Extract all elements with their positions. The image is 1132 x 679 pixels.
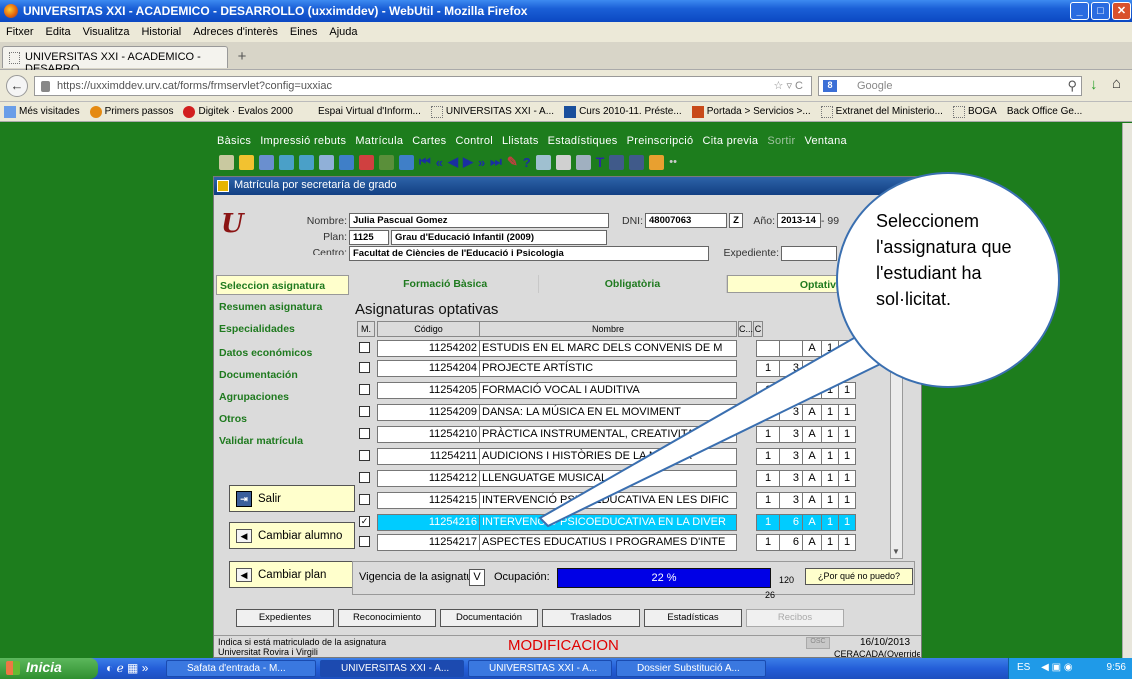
system-tray: ES ◀ ▣ ◉ 9:56 [1008, 658, 1132, 679]
tray-icons[interactable]: ◀ ▣ ◉ [1041, 662, 1072, 673]
taskbar-item-label: Dossier Substitució A... [637, 663, 740, 674]
windows-logo-icon [6, 661, 20, 675]
taskbar-item[interactable]: Dossier Substitució A... [616, 660, 766, 677]
windows-taskbar: Inicia ◐ ℯ ▦ » Safata d'entrada - M... U… [0, 658, 1132, 679]
taskbar-item[interactable]: Safata d'entrada - M... [166, 660, 316, 677]
taskbar-item[interactable]: UNIVERSITAS XXI - A... [320, 660, 464, 677]
callout-joint [874, 332, 900, 356]
taskbar-item-label: UNIVERSITAS XXI - A... [341, 663, 450, 674]
language-indicator[interactable]: ES [1017, 662, 1030, 673]
taskbar-item-label: Safata d'entrada - M... [187, 663, 286, 674]
start-button[interactable]: Inicia [0, 658, 98, 679]
taskbar-item-label: UNIVERSITAS XXI - A... [489, 663, 598, 674]
quicklaunch-icons[interactable]: ◐ ℯ ▦ » [106, 661, 148, 675]
callout-text: Seleccionem l'assignatura que l'estudian… [876, 211, 1012, 309]
start-label: Inicia [26, 659, 62, 675]
taskbar-item[interactable]: UNIVERSITAS XXI - A... [468, 660, 612, 677]
clock: 9:56 [1106, 662, 1126, 673]
